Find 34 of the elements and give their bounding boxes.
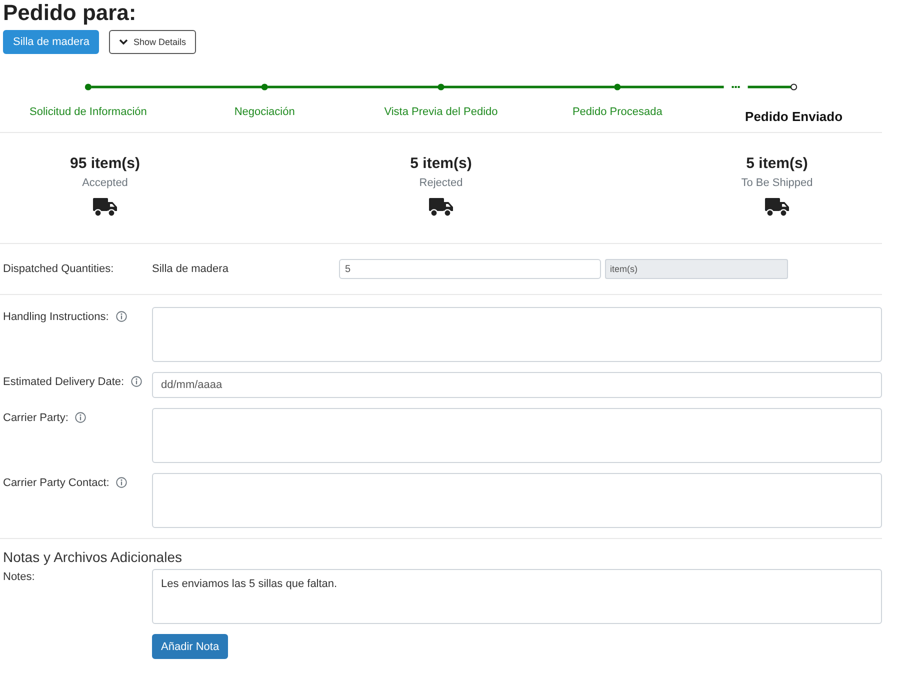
item-count: 5 item(s) xyxy=(410,155,472,172)
text-area[interactable] xyxy=(152,408,882,463)
step-label: Pedido Procesada xyxy=(572,106,662,120)
unit-label: item(s) xyxy=(605,259,788,279)
truck-icon xyxy=(428,197,454,217)
text-area[interactable] xyxy=(152,307,882,362)
step-label: Vista Previa del Pedido xyxy=(384,106,498,120)
count-label: Accepted xyxy=(82,177,128,189)
field-label: Carrier Party Contact: xyxy=(3,477,110,489)
item-count: 5 item(s) xyxy=(746,155,808,172)
step-label: Pedido Enviado xyxy=(745,109,843,126)
field-label: Carrier Party: xyxy=(3,412,68,424)
notes-field[interactable]: Les enviamos las 5 sillas que faltan. xyxy=(152,569,882,624)
quantity-field[interactable]: 5 xyxy=(339,259,601,279)
step-label: Negociación xyxy=(234,106,295,120)
field-label: Notes: xyxy=(2,570,36,585)
step-label: Solicitud de Información xyxy=(29,106,147,120)
count-label: Rejected xyxy=(419,177,463,189)
add-note-button[interactable]: Añadir Nota xyxy=(152,634,228,659)
field-label: Handling Instructions: xyxy=(3,311,109,323)
truck-icon xyxy=(92,197,118,217)
date-field[interactable]: dd/mm/aaaa xyxy=(152,372,882,398)
show-details-button[interactable]: Show Details xyxy=(109,30,196,54)
product-name: Silla de madera xyxy=(152,263,230,275)
section-heading: Notas y Archivos Adicionales xyxy=(2,549,183,565)
chevron-down-icon xyxy=(119,39,128,45)
page-title: Pedido para: xyxy=(2,0,138,25)
text-area[interactable] xyxy=(152,473,882,528)
count-label: To Be Shipped xyxy=(741,177,813,189)
item-count: 95 item(s) xyxy=(70,155,140,172)
truck-icon xyxy=(764,197,790,217)
field-label: Dispatched Quantities: xyxy=(2,263,115,275)
field-label: Estimated Delivery Date: xyxy=(3,376,124,388)
product-button[interactable]: Silla de madera xyxy=(3,30,100,54)
